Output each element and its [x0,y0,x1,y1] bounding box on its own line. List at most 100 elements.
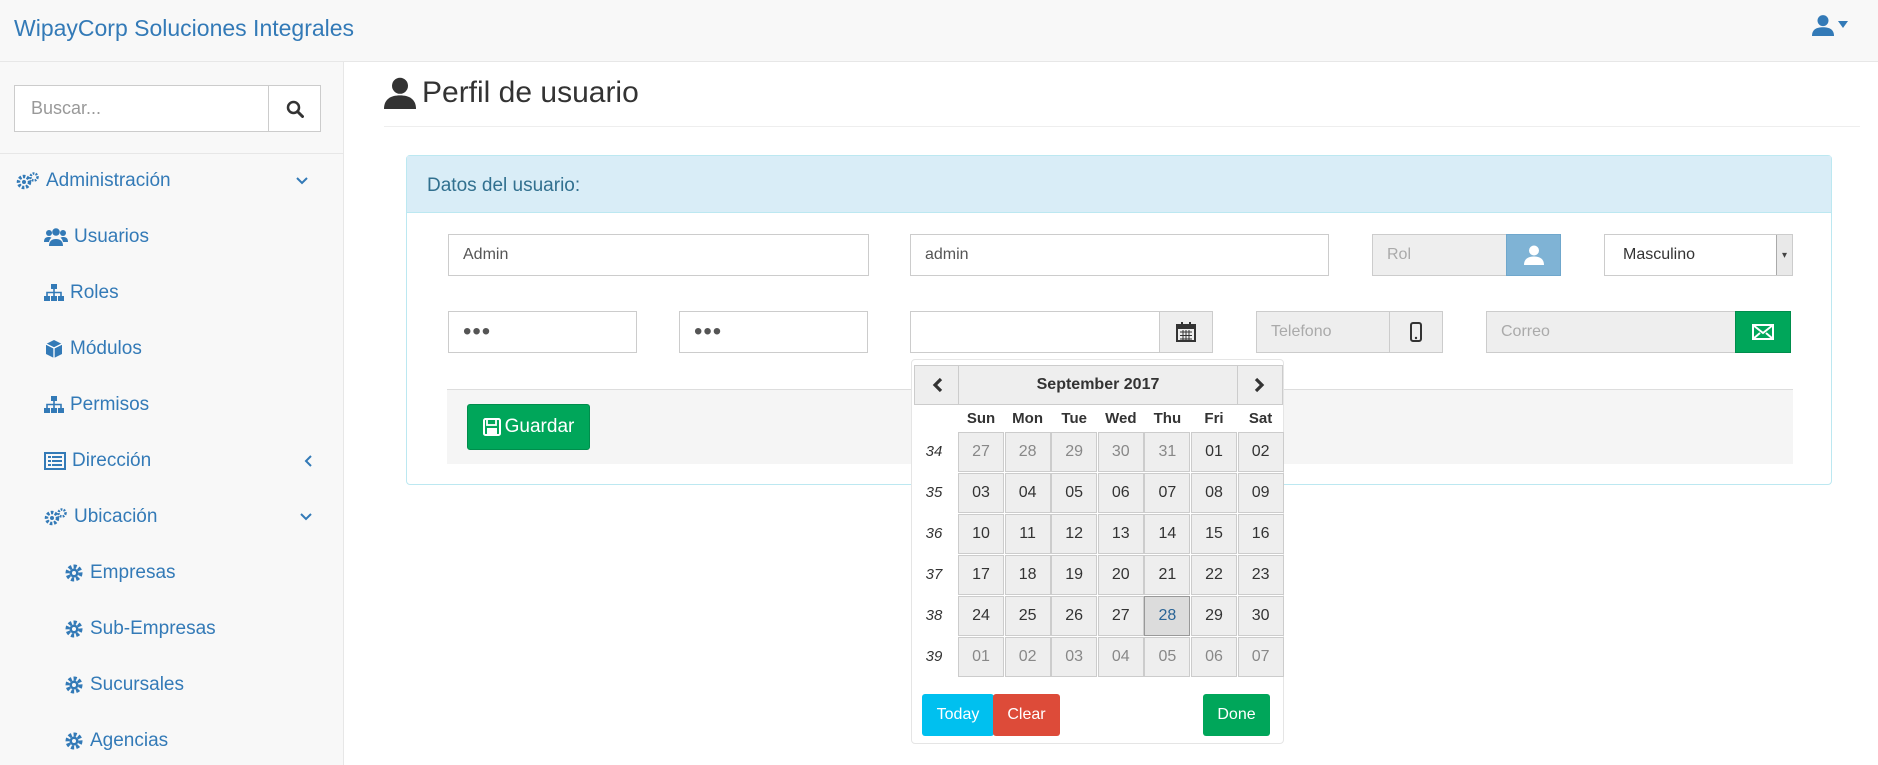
role-picker-button[interactable] [1506,234,1561,276]
phone-field[interactable]: Telefono [1256,311,1390,353]
calendar-day[interactable]: 18 [1004,555,1051,595]
clear-button[interactable]: Clear [993,694,1060,736]
brand-link[interactable]: WipayCorp Soluciones Integrales [14,15,354,42]
calendar-day[interactable]: 03 [1051,637,1098,677]
sidebar-item-agencias[interactable]: Agencias [64,730,168,752]
sidebar-item-direccion[interactable]: Dirección [44,450,330,472]
next-month-button[interactable] [1237,365,1283,405]
calendar-day[interactable]: 24 [958,596,1004,636]
calendar-day[interactable]: 28 [1004,432,1051,472]
calendar-day[interactable]: 14 [1144,514,1191,554]
calendar-day[interactable]: 04 [1004,473,1051,513]
calendar-day[interactable]: 12 [1051,514,1098,554]
sidebar-item-modulos[interactable]: Módulos [44,338,142,360]
role-field[interactable]: Rol [1372,234,1507,276]
day-of-week-header: Tue [1061,410,1087,427]
chevron-left-icon [304,455,312,467]
name-field[interactable]: Admin [448,234,869,276]
calendar-day[interactable]: 20 [1097,555,1144,595]
sidebar-item-administracion[interactable]: Administración [16,170,330,192]
sidebar-search [14,85,321,132]
week-number: 35 [925,484,943,501]
calendar-day[interactable]: 31 [1144,432,1191,472]
username-field[interactable]: admin [910,234,1329,276]
calendar-day[interactable]: 26 [1051,596,1098,636]
user-icon [1523,245,1544,265]
today-button[interactable]: Today [922,694,994,736]
calendar-day[interactable]: 07 [1237,637,1284,677]
calendar-day[interactable]: 29 [1191,596,1237,636]
chevron-down-icon [296,177,308,185]
password-field[interactable]: ••• [448,311,637,353]
sidebar-item-label: Agencias [90,730,169,751]
done-button[interactable]: Done [1203,694,1270,736]
calendar-button[interactable] [1159,311,1213,353]
user-icon [384,77,416,109]
calendar-day[interactable]: 25 [1004,596,1051,636]
calendar-day[interactable]: 27 [1097,596,1144,636]
calendar-day[interactable]: 11 [1004,514,1051,554]
cog-icon [65,732,83,750]
sidebar-item-sub-empresas[interactable]: Sub-Empresas [64,618,216,640]
calendar-day[interactable]: 02 [1237,432,1284,472]
calendar-day[interactable]: 22 [1191,555,1237,595]
top-navbar: WipayCorp Soluciones Integrales [0,0,1878,62]
sidebar-item-sucursales[interactable]: Sucursales [64,674,184,696]
user-icon [1812,15,1834,36]
sidebar-item-label: Administración [46,170,171,191]
phone-addon [1389,311,1443,353]
sidebar-item-roles[interactable]: Roles [44,282,119,304]
week-number: 38 [925,607,943,624]
sidebar-item-permisos[interactable]: Permisos [44,394,149,416]
calendar-day[interactable]: 28 [1144,596,1191,636]
sidebar-item-usuarios[interactable]: Usuarios [44,226,149,248]
calendar-day[interactable]: 05 [1051,473,1098,513]
sidebar-item-label: Empresas [90,562,176,583]
calendar-day[interactable]: 09 [1237,473,1284,513]
month-title[interactable]: September 2017 [958,365,1238,405]
calendar-day[interactable]: 01 [958,637,1004,677]
calendar-day[interactable]: 27 [958,432,1004,472]
calendar-day[interactable]: 23 [1237,555,1284,595]
email-addon [1735,311,1791,353]
search-input[interactable] [14,85,268,132]
page-title: Perfil de usuario [384,76,639,110]
calendar-day[interactable]: 08 [1191,473,1237,513]
calendar-day[interactable]: 07 [1144,473,1191,513]
date-field[interactable] [910,311,1160,353]
cogs-icon [44,508,67,526]
search-button[interactable] [268,85,321,132]
cog-icon [65,676,83,694]
calendar-day[interactable]: 16 [1237,514,1284,554]
gender-select[interactable]: Masculino ▾ [1604,234,1793,276]
chevron-down-icon [300,513,312,521]
sidebar-item-empresas[interactable]: Empresas [64,562,176,584]
calendar-day[interactable]: 01 [1191,432,1237,472]
calendar-day[interactable]: 30 [1237,596,1284,636]
sidebar-item-label: Ubicación [74,506,158,527]
caret-down-icon [1838,21,1848,28]
user-menu-toggle[interactable] [1812,14,1848,36]
calendar-day[interactable]: 02 [1004,637,1051,677]
day-of-week-header: Wed [1105,410,1137,427]
calendar-day[interactable]: 05 [1144,637,1191,677]
calendar-day[interactable]: 17 [958,555,1004,595]
save-button[interactable]: Guardar [467,404,590,450]
calendar-day[interactable]: 15 [1191,514,1237,554]
calendar-day[interactable]: 10 [958,514,1004,554]
calendar-day[interactable]: 21 [1144,555,1191,595]
calendar-day[interactable]: 06 [1097,473,1144,513]
calendar-day[interactable]: 06 [1191,637,1237,677]
calendar-day[interactable]: 03 [958,473,1004,513]
calendar-day[interactable]: 19 [1051,555,1098,595]
calendar-day[interactable]: 04 [1097,637,1144,677]
cube-icon [45,340,63,358]
email-field[interactable]: Correo [1486,311,1736,353]
week-number: 39 [925,648,943,665]
calendar-day[interactable]: 13 [1097,514,1144,554]
calendar-day[interactable]: 30 [1097,432,1144,472]
password-confirm-field[interactable]: ••• [679,311,868,353]
prev-month-button[interactable] [914,365,959,405]
calendar-day[interactable]: 29 [1051,432,1098,472]
sidebar-item-ubicacion[interactable]: Ubicación [44,506,330,528]
